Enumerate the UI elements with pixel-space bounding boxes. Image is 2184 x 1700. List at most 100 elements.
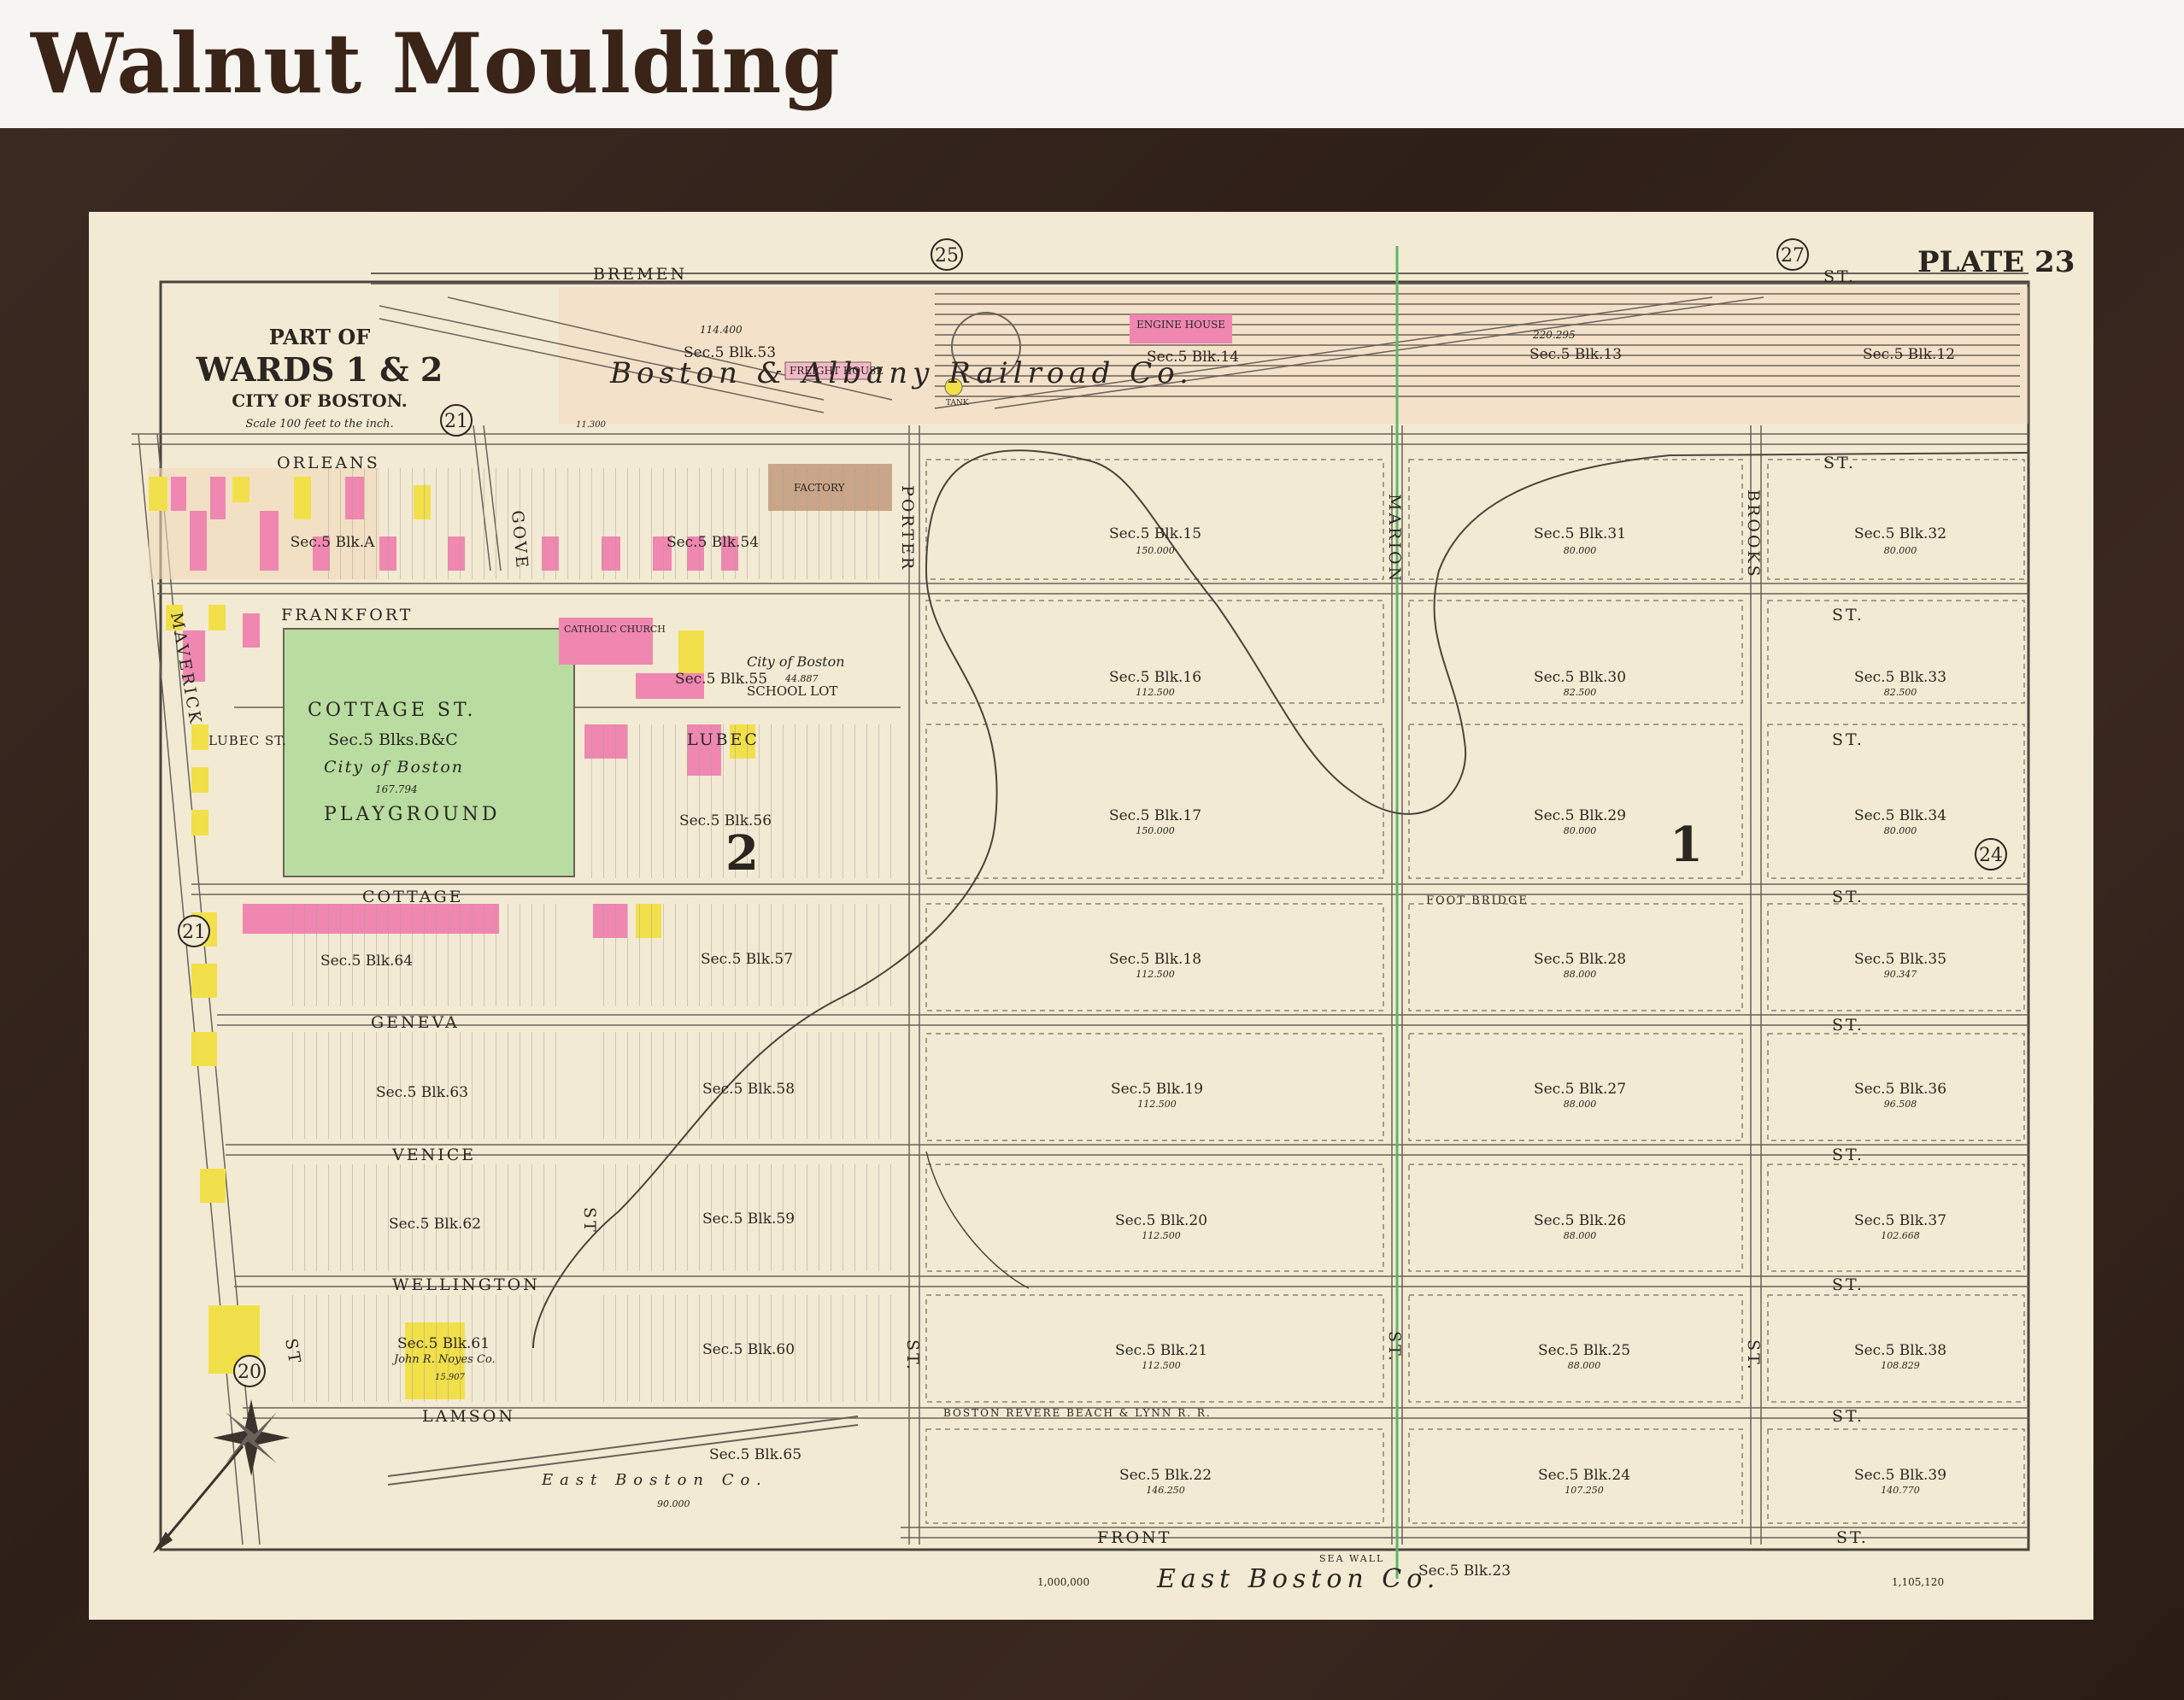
block-label: Sec.5 Blk.29 bbox=[1534, 807, 1626, 824]
ward-number: 21 bbox=[182, 922, 206, 943]
area-label: John R. Noyes Co. bbox=[391, 1353, 496, 1366]
block-area: 107.250 bbox=[1565, 1485, 1604, 1496]
block-area: 140.770 bbox=[1881, 1485, 1920, 1496]
block-label: Sec.5 Blk.55 bbox=[675, 671, 767, 688]
block-area: 102.668 bbox=[1881, 1230, 1920, 1241]
block-area: 80.000 bbox=[1884, 825, 1917, 836]
block-area: 90.347 bbox=[1884, 969, 1917, 980]
ward-number: 27 bbox=[1781, 245, 1805, 267]
block-area: 146.250 bbox=[1146, 1485, 1185, 1496]
block-label: Sec.5 Blk.62 bbox=[389, 1216, 481, 1233]
block-area: 88.000 bbox=[1568, 1360, 1601, 1371]
block-label: Sec.5 Blk.36 bbox=[1854, 1081, 1946, 1098]
block-label: Sec.5 Blk.33 bbox=[1854, 669, 1946, 686]
building-label: CATHOLIC CHURCH bbox=[564, 624, 666, 635]
ward-number: 21 bbox=[444, 411, 468, 432]
street-label: ST. bbox=[1823, 267, 1856, 286]
page-title: Walnut Moulding bbox=[31, 15, 841, 112]
street-label: ST. bbox=[1832, 1407, 1864, 1426]
area-label: 11.300 bbox=[576, 420, 607, 430]
block-area: 112.500 bbox=[1137, 1099, 1177, 1110]
block-label: Sec.5 Blk.35 bbox=[1854, 951, 1946, 968]
block-area: 96.508 bbox=[1884, 1099, 1917, 1110]
street-label: BREMEN bbox=[593, 265, 687, 284]
block-area: 112.500 bbox=[1136, 969, 1175, 980]
street-label: ST. bbox=[1744, 1339, 1763, 1372]
sea-wall-label: SEA WALL bbox=[1319, 1553, 1384, 1564]
street-label: ST. bbox=[1823, 454, 1856, 472]
block-area: 80.000 bbox=[1564, 825, 1597, 836]
block-area: 80.000 bbox=[1884, 545, 1917, 556]
street-label: BROOKS bbox=[1744, 489, 1763, 579]
building-label: FACTORY bbox=[794, 482, 846, 494]
block-label: Sec.5 Blk.23 bbox=[1418, 1562, 1511, 1580]
ward-big-number: 1 bbox=[1670, 817, 1703, 873]
street-label: VENICE bbox=[391, 1146, 476, 1164]
block-label: Sec.5 Blk.54 bbox=[666, 534, 759, 551]
area-label: Sec.5 Blks.B&C bbox=[328, 730, 458, 749]
block-area: 88.000 bbox=[1564, 1230, 1597, 1241]
area-label: City of Boston bbox=[747, 654, 845, 670]
street-label: ST. bbox=[1832, 1016, 1864, 1035]
block-label: Sec.5 Blk.15 bbox=[1109, 525, 1201, 542]
street-label: ORLEANS bbox=[277, 454, 380, 472]
area-label: 167.794 bbox=[375, 783, 418, 795]
title-line: PART OF bbox=[269, 325, 371, 349]
page-header: Walnut Moulding bbox=[0, 0, 2184, 128]
block-label: Sec.5 Blk.26 bbox=[1534, 1212, 1626, 1229]
street-label: ST. bbox=[1832, 606, 1864, 624]
block-label: Sec.5 Blk.20 bbox=[1115, 1212, 1207, 1229]
block-area: 108.829 bbox=[1881, 1360, 1920, 1371]
block-label: Sec.5 Blk.30 bbox=[1534, 669, 1626, 686]
block-label: Sec.5 Blk.63 bbox=[376, 1084, 468, 1101]
block-label: Sec.5 Blk.38 bbox=[1854, 1342, 1946, 1359]
street-label: FOOT BRIDGE bbox=[1426, 894, 1529, 907]
building-label: ENGINE HOUSE bbox=[1136, 319, 1225, 331]
block-label: Sec.5 Blk.14 bbox=[1147, 349, 1239, 366]
block-label: Sec.5 Blk.57 bbox=[701, 951, 793, 968]
block-label: Sec.5 Blk.58 bbox=[702, 1081, 795, 1098]
street-label: LAMSON bbox=[422, 1407, 515, 1426]
map-scale: Scale 100 feet to the inch. bbox=[245, 418, 393, 431]
street-label: ST. bbox=[1836, 1528, 1869, 1547]
ward-big-number: 2 bbox=[725, 825, 759, 882]
area-label: COTTAGE ST. bbox=[308, 700, 476, 721]
block-area: 150.000 bbox=[1136, 825, 1175, 836]
block-label: Sec.5 Blk.A bbox=[291, 534, 375, 551]
block-label: Sec.5 Blk.19 bbox=[1111, 1081, 1203, 1098]
block-label: Sec.5 Blk.37 bbox=[1854, 1212, 1946, 1229]
block-area: 82.500 bbox=[1564, 687, 1597, 698]
block-label: Sec.5 Blk.32 bbox=[1854, 525, 1946, 542]
block-area: 88.000 bbox=[1564, 1099, 1597, 1110]
block-label: Sec.5 Blk.27 bbox=[1534, 1081, 1626, 1098]
street-label: MARION bbox=[1385, 494, 1404, 583]
block-label: Sec.5 Blk.61 bbox=[397, 1335, 490, 1352]
block-area: 88.000 bbox=[1564, 969, 1597, 980]
area-label: Boston & Albany Railroad Co. bbox=[609, 356, 1194, 390]
area-label: East Boston Co. bbox=[1156, 1564, 1440, 1594]
railroad-label: BOSTON REVERE BEACH & LYNN R. R. bbox=[943, 1407, 1212, 1419]
boston-plate-map[interactable]: 25 27 21 21 20 24 PART OF WARDS 1 & 2 CI… bbox=[89, 212, 2093, 1620]
area-label: East Boston Co. bbox=[541, 1471, 768, 1489]
street-label: FRANKFORT bbox=[281, 606, 413, 624]
block-area: 112.500 bbox=[1136, 687, 1175, 698]
block-label: Sec.5 Blk.56 bbox=[679, 812, 772, 829]
area-label: City of Boston bbox=[324, 758, 464, 777]
building-label: TANK bbox=[946, 399, 969, 407]
street-label: ST. bbox=[1832, 888, 1864, 906]
block-label: Sec.5 Blk.16 bbox=[1109, 669, 1201, 686]
street-label: ST. bbox=[903, 1339, 922, 1372]
block-label: Sec.5 Blk.25 bbox=[1538, 1342, 1630, 1359]
block-label: Sec.5 Blk.18 bbox=[1109, 951, 1201, 968]
street-label: COTTAGE bbox=[362, 888, 464, 906]
street-label: PORTER bbox=[898, 485, 917, 572]
street-label: WELLINGTON bbox=[392, 1275, 540, 1294]
block-area: 112.500 bbox=[1142, 1360, 1181, 1371]
coordinate-label: 1,105,120 bbox=[1892, 1576, 1944, 1588]
coordinate-label: 1,000,000 bbox=[1037, 1576, 1089, 1588]
area-label: PLAYGROUND bbox=[324, 804, 501, 825]
ward-number: 25 bbox=[935, 245, 959, 267]
street-label: ST. bbox=[1832, 730, 1864, 749]
title-line: CITY OF BOSTON. bbox=[232, 390, 407, 411]
ward-number: 20 bbox=[238, 1362, 261, 1383]
